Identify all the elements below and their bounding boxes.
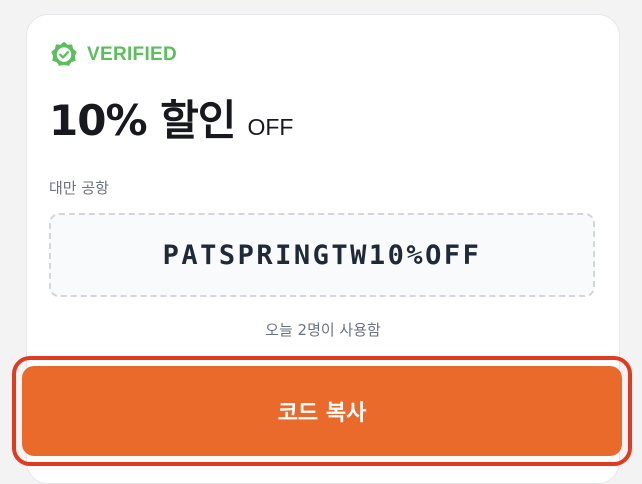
store-location: 대만 공항: [49, 179, 109, 197]
usage-count: 오늘 2명이 사용함: [265, 321, 381, 339]
copy-code-button[interactable]: 코드 복사: [22, 366, 622, 456]
coupon-code-box[interactable]: PATSPRINGTW10%OFF: [49, 213, 595, 297]
verified-badge-icon: [51, 41, 77, 66]
verified-badge: VERIFIED: [49, 40, 177, 70]
discount-amount: 10% 할인: [49, 96, 236, 145]
discount-suffix: OFF: [247, 114, 294, 140]
copy-button-highlight: 코드 복사: [12, 356, 632, 466]
verified-label: VERIFIED: [87, 44, 178, 65]
discount-title: 10% 할인 OFF: [49, 100, 293, 142]
coupon-code: PATSPRINGTW10%OFF: [162, 239, 482, 271]
